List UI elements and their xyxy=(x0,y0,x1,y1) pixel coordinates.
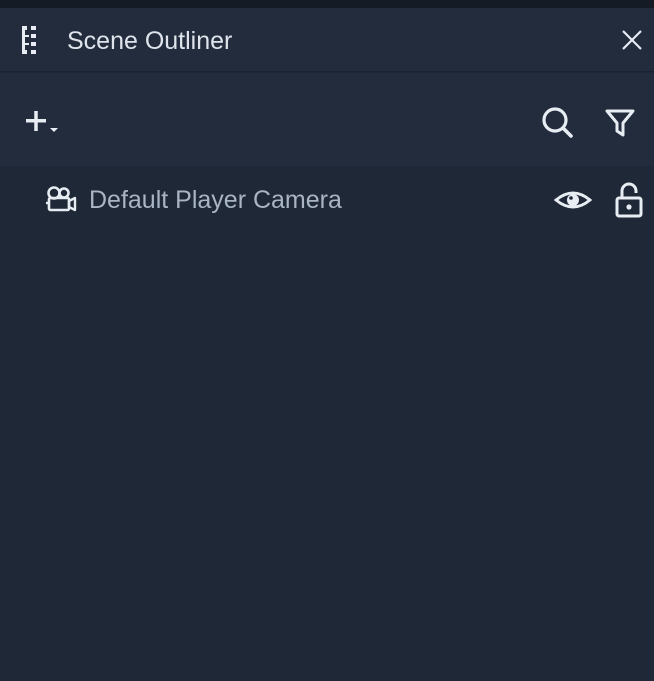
outliner-toolbar xyxy=(0,73,654,166)
search-icon xyxy=(542,107,573,138)
outliner-tree: Default Player Camera xyxy=(0,166,654,681)
scene-outliner-panel: Scene Outliner Default Player Camera xyxy=(0,0,654,681)
filter-icon xyxy=(605,109,635,137)
panel-header: Scene Outliner xyxy=(0,8,654,72)
close-button[interactable] xyxy=(617,25,647,55)
add-object-button[interactable] xyxy=(20,103,64,139)
filter-button[interactable] xyxy=(601,103,639,141)
add-dropdown-icon xyxy=(26,111,58,132)
close-icon xyxy=(622,30,642,50)
unlocked-icon xyxy=(615,182,643,218)
panel-title: Scene Outliner xyxy=(67,27,233,55)
tree-item-default-player-camera[interactable]: Default Player Camera xyxy=(0,166,654,234)
eye-icon xyxy=(553,191,593,209)
top-strip xyxy=(0,0,654,8)
camera-icon xyxy=(44,185,78,215)
lock-toggle[interactable] xyxy=(612,180,646,220)
outliner-tree-icon xyxy=(18,24,40,56)
search-button[interactable] xyxy=(538,103,576,141)
visibility-toggle[interactable] xyxy=(553,184,593,216)
tree-item-label: Default Player Camera xyxy=(89,186,342,214)
